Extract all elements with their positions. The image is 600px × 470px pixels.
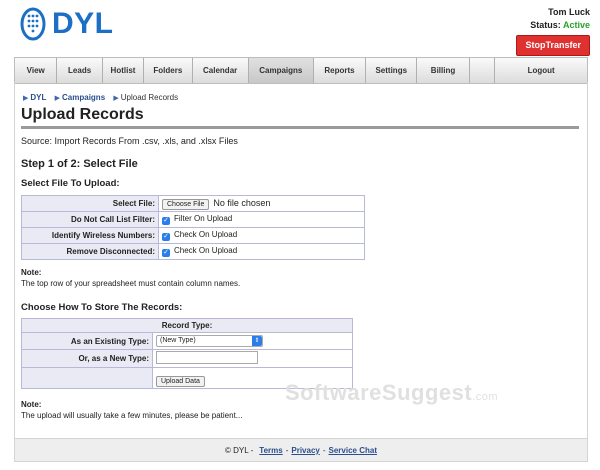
footer: © DYL - Terms - Privacy - Service Chat [14, 438, 588, 462]
upload-data-button[interactable]: Upload Data [156, 376, 205, 387]
stop-transfer-prefix: Stop [525, 40, 546, 50]
breadcrumb-dyl[interactable]: DYL [30, 93, 46, 102]
watermark-suffix: .com [472, 391, 499, 403]
breadcrumb-arrow-icon: ▶ [54, 95, 61, 102]
status-line: Status: Active [516, 19, 590, 32]
nav-leads[interactable]: Leads [57, 58, 103, 83]
store-heading: Choose How To Store The Records: [21, 302, 183, 313]
note-upload-time: Note: The upload will usually take a few… [21, 399, 242, 421]
wireless-option-label: Check On Upload [174, 230, 238, 239]
empty-label-cell [21, 367, 153, 389]
nav-spacer [470, 58, 496, 83]
dnc-checkbox[interactable]: ✓ [162, 217, 170, 225]
breadcrumb-arrow-icon: ▶ [23, 95, 29, 102]
breadcrumb-current: Upload Records [120, 93, 179, 102]
status-label: Status: [530, 20, 561, 30]
footer-service-chat-link[interactable]: Service Chat [329, 446, 377, 455]
nav-folders[interactable]: Folders [144, 58, 193, 83]
nav-campaigns[interactable]: Campaigns [248, 58, 314, 83]
table-row: As an Existing Type: (New Type) ⇕ [21, 332, 353, 350]
stop-transfer-bold: Transfer [545, 40, 581, 50]
wireless-checkbox[interactable]: ✓ [162, 233, 170, 241]
stop-transfer-button[interactable]: StopTransfer [516, 35, 590, 56]
nav-hotlist[interactable]: Hotlist [103, 58, 145, 83]
table-row: Identify Wireless Numbers: ✓ Check On Upl… [21, 227, 365, 244]
dyl-logo-icon [20, 7, 46, 41]
existing-type-value: (New Type) [160, 337, 196, 344]
title-divider [21, 126, 579, 129]
new-type-label: Or, as a New Type: [21, 349, 153, 368]
record-type-header: Record Type: [21, 318, 353, 333]
page-title: Upload Records [21, 106, 144, 123]
note-text: The top row of your spreadsheet must con… [21, 279, 241, 288]
disconnected-cell: ✓ Check On Upload [158, 243, 365, 260]
status-value: Active [562, 20, 590, 30]
app-header: DYL Tom Luck Status: Active StopTransfer [0, 0, 600, 57]
watermark: SoftwareSuggest.com [285, 380, 498, 406]
select-file-label: Select File: [21, 195, 159, 212]
record-type-table: Record Type: As an Existing Type: (New T… [21, 318, 353, 389]
note-label: Note: [21, 400, 42, 409]
footer-copyright: © DYL - [225, 445, 254, 455]
user-name: Tom Luck [548, 7, 590, 17]
table-row: Remove Disconnected: ✓ Check On Upload [21, 243, 365, 260]
wireless-cell: ✓ Check On Upload [158, 227, 365, 244]
select-file-heading: Select File To Upload: [21, 178, 120, 189]
breadcrumb-arrow-icon: ▶ [113, 95, 119, 102]
disconnected-label: Remove Disconnected: [21, 243, 159, 260]
existing-type-select[interactable]: (New Type) ⇕ [156, 335, 263, 347]
nav-logout[interactable]: Logout [495, 58, 587, 83]
existing-type-cell: (New Type) ⇕ [152, 332, 353, 350]
table-row: Select File: Choose File No file chosen [21, 195, 365, 212]
note-spreadsheet: Note: The top row of your spreadsheet mu… [21, 267, 240, 289]
footer-privacy-link[interactable]: Privacy [291, 446, 319, 455]
nav-reports[interactable]: Reports [314, 58, 367, 83]
user-box: Tom Luck Status: Active StopTransfer [516, 6, 590, 56]
nav-settings[interactable]: Settings [366, 58, 418, 83]
upload-options-table: Select File: Choose File No file chosen D… [21, 195, 365, 260]
watermark-main: SoftwareSuggest [285, 380, 473, 405]
file-picker-cell: Choose File No file chosen [158, 195, 365, 212]
note-label: Note: [21, 268, 42, 277]
note-text: The upload will usually take a few minut… [21, 411, 243, 420]
disconnected-checkbox[interactable]: ✓ [162, 249, 170, 257]
disconnected-option-label: Check On Upload [174, 246, 238, 255]
dnc-option-label: Filter On Upload [174, 214, 233, 223]
breadcrumb-campaigns[interactable]: Campaigns [62, 93, 105, 102]
table-row: Or, as a New Type: [21, 349, 353, 368]
nav-calendar[interactable]: Calendar [193, 58, 249, 83]
nav-view[interactable]: View [15, 58, 58, 83]
logo-text: DYL [52, 7, 114, 40]
step-heading: Step 1 of 2: Select File [21, 158, 138, 170]
main-content: ▶ DYL ▶ Campaigns ▶ Upload Records Upload R… [14, 82, 588, 438]
new-type-input[interactable] [156, 351, 258, 364]
dnc-cell: ✓ Filter On Upload [158, 211, 365, 228]
file-status: No file chosen [213, 197, 271, 208]
dnc-label: Do Not Call List Filter: [21, 211, 159, 228]
breadcrumb: ▶ DYL ▶ Campaigns ▶ Upload Records [23, 93, 178, 102]
nav-billing[interactable]: Billing [417, 58, 470, 83]
dyl-logo[interactable]: DYL [20, 7, 114, 41]
wireless-label: Identify Wireless Numbers: [21, 227, 159, 244]
new-type-cell [152, 349, 353, 368]
source-text: Source: Import Records From .csv, .xls, … [21, 136, 238, 146]
select-arrows-icon: ⇕ [252, 336, 262, 346]
choose-file-button[interactable]: Choose File [162, 198, 210, 210]
footer-terms-link[interactable]: Terms [259, 446, 282, 455]
main-nav: View Leads Hotlist Folders Calendar Camp… [14, 57, 588, 84]
table-row: Do Not Call List Filter: ✓ Filter On Uplo… [21, 211, 365, 228]
table-row: Record Type: [21, 318, 353, 333]
existing-type-label: As an Existing Type: [21, 332, 153, 350]
